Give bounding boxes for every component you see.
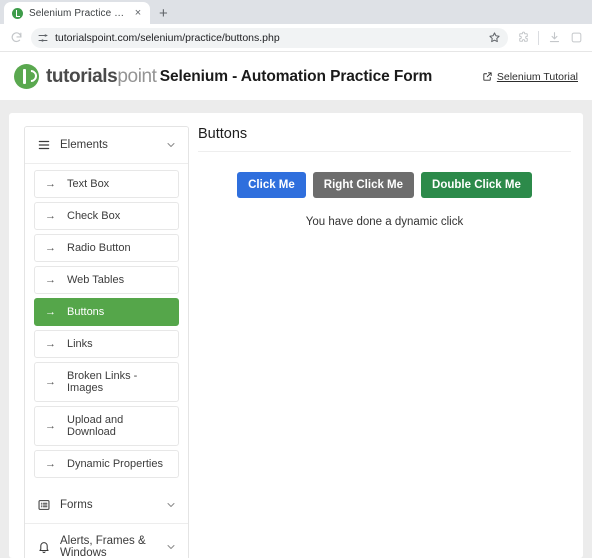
sidebar-group-alerts-frames-windows[interactable]: Alerts, Frames & Windows — [25, 524, 188, 558]
logo-text-light: point — [117, 66, 157, 87]
bookmark-star-icon[interactable] — [488, 31, 502, 45]
click-me-button[interactable]: Click Me — [237, 172, 306, 199]
sidebar-item-links[interactable]: → Links — [34, 330, 179, 358]
arrow-right-icon: → — [45, 241, 56, 254]
sidebar-item-text-box[interactable]: → Text Box — [34, 170, 179, 198]
sidebar-item-label: Upload and Download — [67, 414, 124, 438]
sidebar-item-label: Buttons — [67, 306, 105, 318]
browser-window: Selenium Practice - Buttons × + tutorial… — [0, 0, 592, 558]
browser-toolbar: tutorialspoint.com/selenium/practice/but… — [0, 24, 592, 52]
content-card: Elements → Text Box → Check Box → Radio … — [9, 113, 583, 558]
sidebar-panel: Elements → Text Box → Check Box → Radio … — [24, 126, 189, 558]
tutorialspoint-logo[interactable]: tutorialspoint — [14, 64, 157, 89]
sidebar-item-broken-links-images[interactable]: → Broken Links - Images — [34, 362, 179, 402]
arrow-right-icon: → — [45, 209, 56, 222]
sidebar-item-label: Radio Button — [67, 242, 131, 254]
logo-wordmark: tutorialspoint — [46, 67, 157, 86]
sidebar-item-upload-and-download[interactable]: → Upload and Download — [34, 406, 179, 446]
site-settings-icon[interactable] — [37, 32, 49, 44]
tab-strip: Selenium Practice - Buttons × + — [0, 0, 592, 24]
main-content: Buttons Click Me Right Click Me Double C… — [198, 126, 583, 558]
logo-text-bold: tutorials — [46, 66, 118, 87]
sidebar-item-label: Text Box — [67, 178, 110, 190]
sidebar-item-buttons[interactable]: → Buttons — [34, 298, 179, 326]
profile-icon[interactable] — [566, 28, 586, 48]
arrow-right-icon: → — [45, 419, 56, 432]
selenium-tutorial-link[interactable]: Selenium Tutorial — [482, 71, 578, 83]
arrow-right-icon: → — [45, 337, 56, 350]
arrow-right-icon: → — [45, 305, 56, 318]
sidebar-item-label: Dynamic Properties — [67, 458, 163, 470]
chevron-down-icon[interactable] — [165, 499, 177, 511]
arrow-right-icon: → — [45, 273, 56, 286]
button-row: Click Me Right Click Me Double Click Me — [198, 172, 571, 199]
tutorialspoint-logo-icon — [14, 64, 39, 89]
web-page: tutorialspoint Selenium - Automation Pra… — [0, 53, 592, 558]
sidebar-item-web-tables[interactable]: → Web Tables — [34, 266, 179, 294]
sidebar-group-label: Elements — [60, 139, 108, 151]
new-tab-button[interactable]: + — [159, 6, 168, 21]
list-icon — [37, 498, 51, 512]
hamburger-icon — [37, 138, 51, 152]
close-icon[interactable]: × — [132, 7, 144, 19]
arrow-right-icon: → — [45, 375, 56, 388]
main-heading: Buttons — [198, 126, 571, 152]
page-body: Elements → Text Box → Check Box → Radio … — [0, 101, 592, 558]
site-header: tutorialspoint Selenium - Automation Pra… — [0, 53, 592, 101]
sidebar-items-elements: → Text Box → Check Box → Radio Button → … — [25, 164, 188, 487]
chevron-down-icon[interactable] — [165, 541, 177, 553]
tab-title: Selenium Practice - Buttons — [29, 7, 126, 19]
address-bar[interactable]: tutorialspoint.com/selenium/practice/but… — [31, 27, 508, 48]
sidebar-group-label: Alerts, Frames & Windows — [60, 535, 146, 558]
sidebar-item-label: Broken Links - Images — [67, 370, 138, 394]
dynamic-click-message: You have done a dynamic click — [305, 216, 464, 229]
reload-icon[interactable] — [6, 28, 26, 48]
arrow-right-icon: → — [45, 177, 56, 190]
chevron-down-icon[interactable] — [165, 139, 177, 151]
sidebar-item-label: Links — [67, 338, 93, 350]
sidebar-item-label: Check Box — [67, 210, 121, 222]
extensions-puzzle-icon[interactable] — [513, 28, 533, 48]
sidebar: Elements → Text Box → Check Box → Radio … — [9, 126, 198, 558]
browser-tab-selenium-practice[interactable]: Selenium Practice - Buttons × — [4, 2, 150, 24]
tutorialspoint-favicon-icon — [12, 7, 23, 19]
arrow-right-icon: → — [45, 457, 56, 470]
sidebar-group-forms[interactable]: Forms — [25, 487, 188, 524]
url-text[interactable]: tutorialspoint.com/selenium/practice/but… — [55, 32, 482, 44]
selenium-tutorial-label: Selenium Tutorial — [496, 70, 578, 83]
sidebar-item-check-box[interactable]: → Check Box — [34, 202, 179, 230]
sidebar-group-label: Forms — [60, 499, 93, 511]
sidebar-item-dynamic-properties[interactable]: → Dynamic Properties — [34, 450, 179, 478]
right-click-me-button[interactable]: Right Click Me — [312, 172, 415, 199]
bell-icon — [37, 540, 51, 554]
sidebar-group-elements[interactable]: Elements — [25, 127, 188, 164]
sidebar-item-radio-button[interactable]: → Radio Button — [34, 234, 179, 262]
downloads-icon[interactable] — [544, 28, 564, 48]
sidebar-item-label: Web Tables — [67, 274, 125, 286]
external-link-icon — [482, 71, 493, 82]
toolbar-divider — [538, 30, 539, 45]
double-click-me-button[interactable]: Double Click Me — [421, 172, 532, 199]
